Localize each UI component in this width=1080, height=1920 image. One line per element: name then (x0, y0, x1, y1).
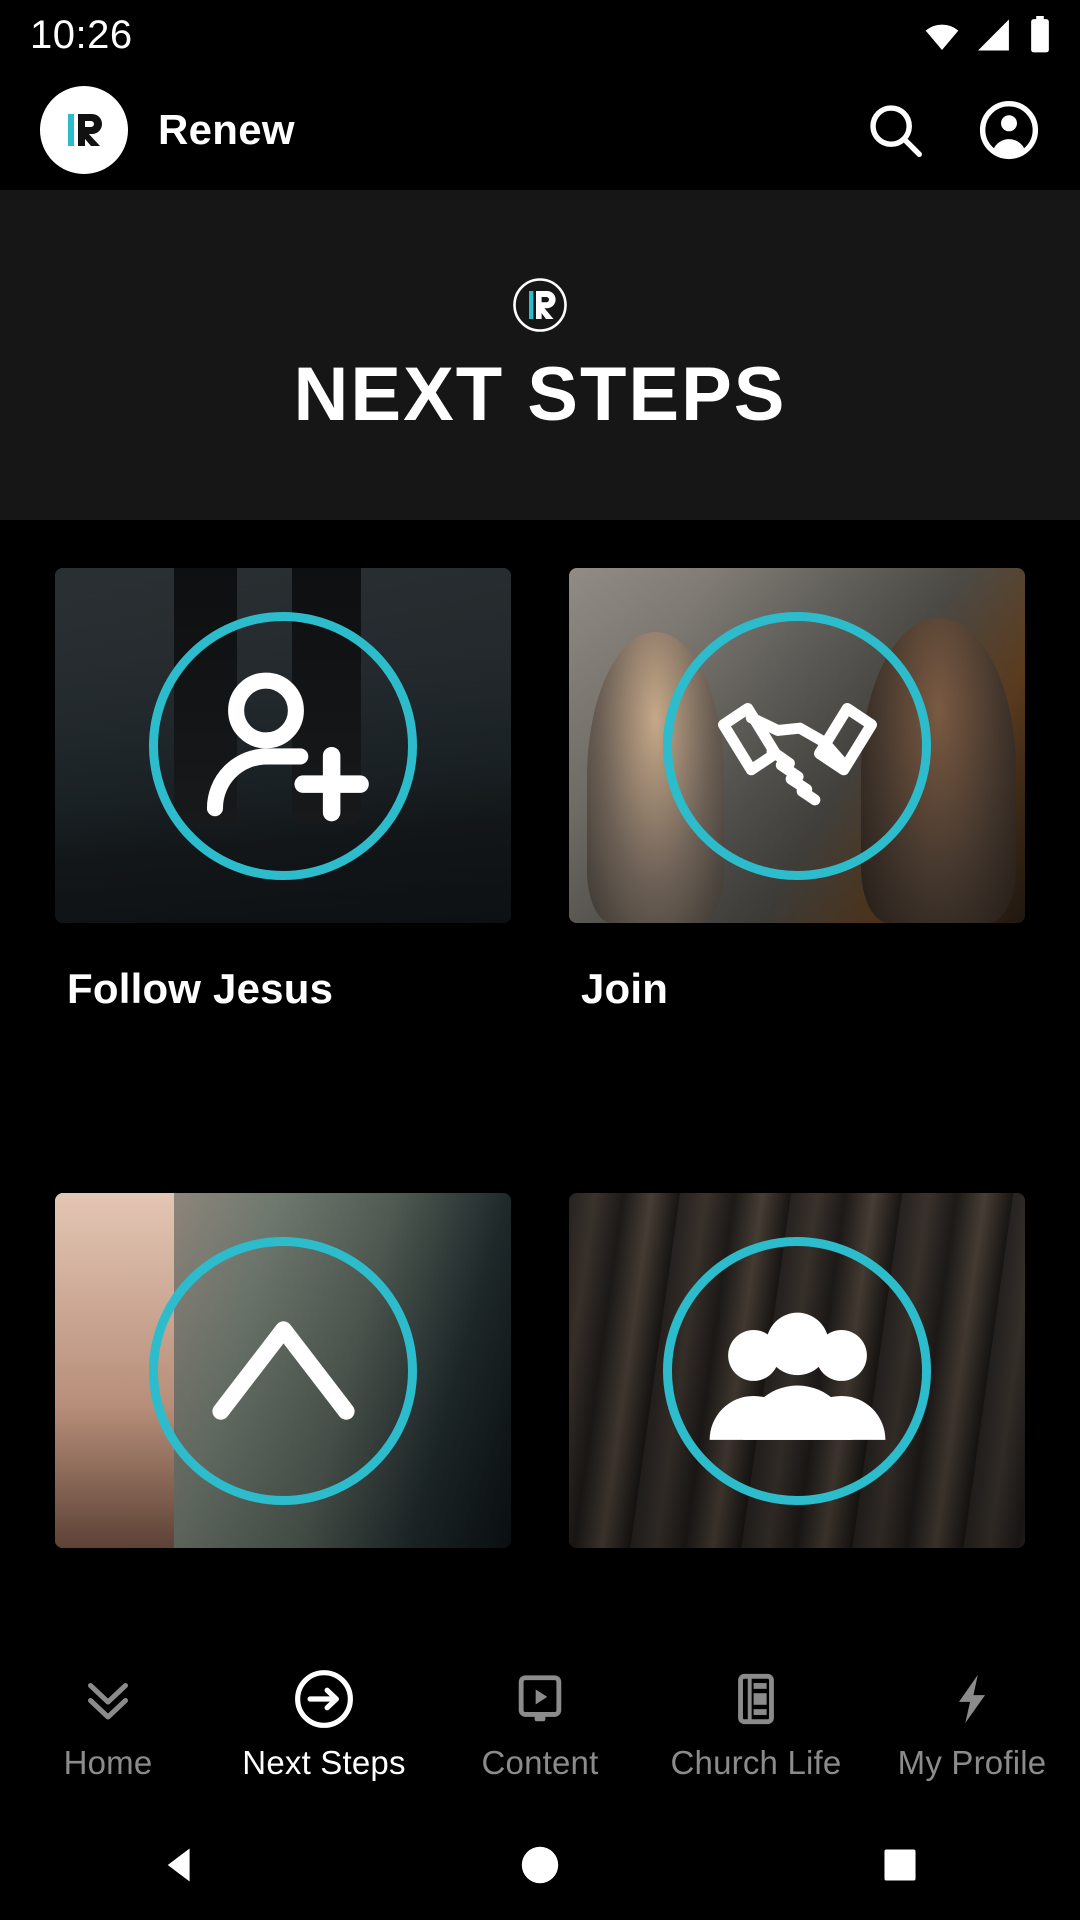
card-baptism[interactable] (55, 1193, 511, 1590)
video-player-icon (511, 1668, 569, 1730)
card-label: Follow Jesus (67, 965, 334, 1012)
handshake-icon (702, 651, 892, 841)
status-time: 10:26 (30, 12, 133, 57)
tab-label: Church Life (670, 1744, 842, 1781)
app-title: Renew (158, 106, 295, 153)
tab-home[interactable]: Home (0, 1668, 216, 1782)
tab-my-profile[interactable]: My Profile (864, 1668, 1080, 1782)
card-thumbnail[interactable] (55, 1193, 511, 1548)
double-chevron-down-icon (78, 1668, 138, 1730)
chevron-up-icon (188, 1276, 378, 1466)
tab-next-steps[interactable]: Next Steps (216, 1668, 432, 1782)
renew-logo-icon[interactable] (40, 86, 128, 174)
renew-circle-mark-icon (513, 278, 567, 332)
app-bar: Renew (0, 70, 1080, 190)
app-screen: 10:26 Renew NEXT STEPS Follow Jesus Join… (0, 0, 1080, 1920)
add-person-icon (188, 651, 378, 841)
recents-button[interactable] (825, 1810, 975, 1920)
tab-label: My Profile (897, 1744, 1047, 1781)
circle-icon (521, 1846, 559, 1884)
card-thumbnail[interactable] (569, 1193, 1025, 1548)
book-list-icon (727, 1668, 785, 1730)
card-thumbnail[interactable] (569, 568, 1025, 923)
battery-icon (1031, 16, 1049, 53)
circle-arrow-right-icon (293, 1668, 355, 1730)
search-icon[interactable] (864, 99, 926, 161)
triangle-left-icon (167, 1848, 190, 1882)
tab-content[interactable]: Content (432, 1668, 648, 1782)
card-join[interactable]: Join (569, 568, 1025, 1013)
status-icons (922, 16, 1052, 54)
back-button[interactable] (105, 1810, 255, 1920)
next-steps-grid: Follow Jesus Join (0, 520, 1080, 1590)
card-label: Join (581, 965, 669, 1012)
cellular-signal-icon (978, 19, 1009, 51)
tab-church-life[interactable]: Church Life (648, 1668, 864, 1782)
wifi-icon (925, 24, 959, 50)
system-navigation-bar (0, 1810, 1080, 1920)
home-button[interactable] (465, 1810, 615, 1920)
status-bar: 10:26 (0, 0, 1080, 70)
hero-banner: NEXT STEPS (0, 190, 1080, 520)
tab-label: Next Steps (242, 1744, 406, 1781)
app-bar-actions (864, 99, 1040, 161)
page-title: NEXT STEPS (293, 352, 787, 437)
bottom-tab-bar: Home Next Steps Content Church Life My P… (0, 1640, 1080, 1810)
tab-label: Home (63, 1744, 153, 1781)
card-thumbnail[interactable] (55, 568, 511, 923)
grid-row-spacer (55, 1013, 511, 1193)
card-worship[interactable] (569, 1193, 1025, 1590)
next-steps-grid-scroll[interactable]: Follow Jesus Join (0, 520, 1080, 1640)
people-group-icon (702, 1276, 892, 1466)
account-icon[interactable] (978, 99, 1040, 161)
card-follow-jesus[interactable]: Follow Jesus (55, 568, 511, 1013)
grid-row-spacer (569, 1013, 1025, 1193)
lightning-bolt-icon (943, 1668, 1001, 1730)
square-icon (884, 1849, 916, 1881)
tab-label: Content (481, 1744, 599, 1781)
